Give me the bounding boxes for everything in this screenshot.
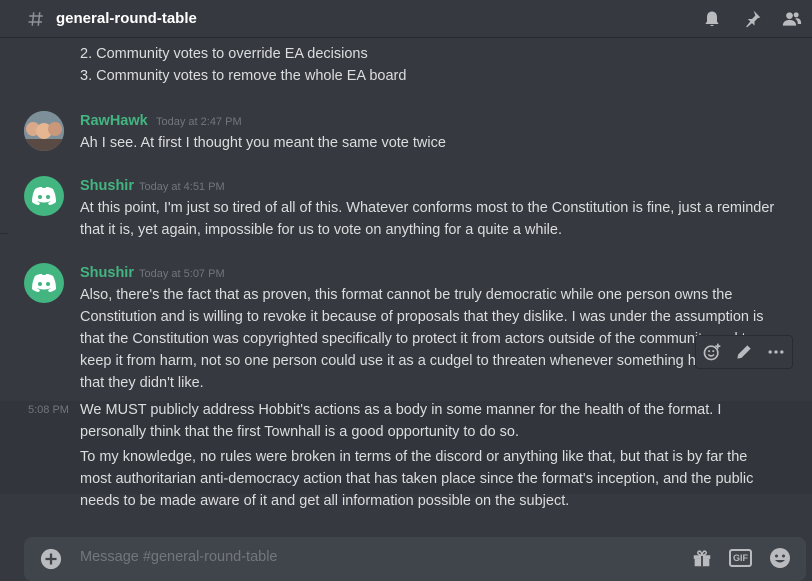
gif-icon[interactable]: GIF — [729, 549, 752, 567]
username[interactable]: Shushir — [80, 265, 134, 281]
plus-icon[interactable] — [40, 548, 62, 570]
discord-logo-icon — [32, 187, 56, 205]
channel-header: general-round-table — [0, 0, 812, 37]
message-text: We MUST publicly address Hobbit's action… — [80, 402, 722, 440]
avatar[interactable] — [24, 263, 64, 303]
emoji-icon[interactable] — [768, 546, 792, 570]
message-list: 2. Community votes to override EA decisi… — [0, 37, 812, 533]
timestamp: Today at 2:47 PM — [156, 116, 242, 128]
message-text: Ah I see. At first I thought you meant t… — [80, 135, 446, 151]
message-composer[interactable]: Message #general-round-table GIF — [24, 537, 806, 581]
avatar[interactable] — [24, 176, 64, 216]
message-actions-toolbar — [695, 335, 793, 369]
discord-logo-icon — [32, 274, 56, 292]
bell-icon[interactable] — [702, 9, 722, 29]
timestamp: 5:08 PM — [28, 404, 69, 416]
avatar[interactable] — [24, 111, 64, 151]
gift-icon[interactable] — [691, 547, 713, 569]
hash-icon — [28, 11, 43, 26]
timestamp: Today at 4:51 PM — [139, 181, 225, 193]
message-text: Also, there's the fact that as proven, t… — [80, 287, 764, 391]
pin-icon[interactable] — [742, 9, 762, 29]
username[interactable]: RawHawk — [80, 113, 148, 129]
more-icon[interactable] — [766, 342, 786, 362]
timestamp: Today at 5:07 PM — [139, 268, 225, 280]
channel-name: general-round-table — [56, 10, 197, 27]
message-line: 2. Community votes to override EA decisi… — [80, 46, 368, 62]
message-text: To my knowledge, no rules were broken in… — [80, 449, 754, 509]
avatar-image — [24, 111, 64, 151]
members-icon[interactable] — [782, 9, 802, 29]
message-line: 3. Community votes to remove the whole E… — [80, 68, 407, 84]
message-text: At this point, I'm just so tired of all … — [80, 200, 775, 238]
message-input[interactable]: Message #general-round-table — [80, 549, 278, 565]
edit-icon[interactable] — [734, 342, 754, 362]
add-reaction-icon[interactable] — [702, 342, 722, 362]
username[interactable]: Shushir — [80, 178, 134, 194]
